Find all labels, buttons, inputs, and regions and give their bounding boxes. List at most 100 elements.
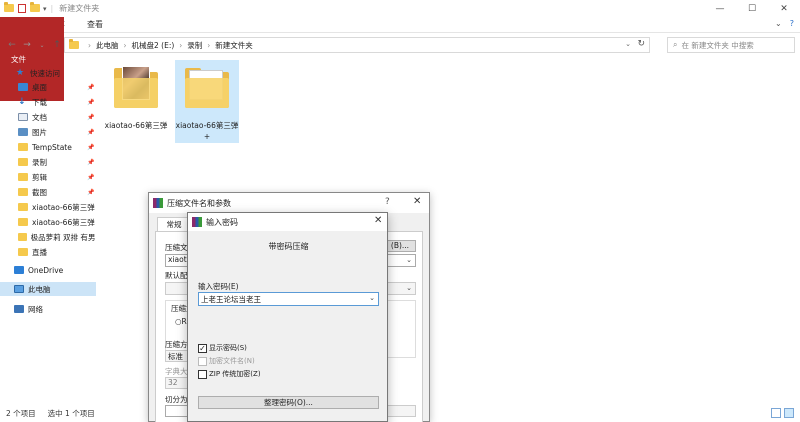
nav-label: OneDrive <box>28 265 64 275</box>
up-icon[interactable]: ↑ <box>51 40 63 50</box>
nav-item-folder-2[interactable]: xiaotao-66第三弹 <box>0 215 96 229</box>
folder-icon <box>18 173 28 181</box>
pin-icon: 📌 <box>87 143 95 151</box>
nav-item-pictures[interactable]: 图片 📌 <box>0 125 96 139</box>
dialog-title: 输入密码 <box>206 217 238 227</box>
tab-general[interactable]: 常规 <box>157 217 191 231</box>
nav-item-recording[interactable]: 录制 📌 <box>0 155 96 169</box>
ribbon-tabs: 文件 主页 共享 查看 ⌄ ? <box>0 17 800 101</box>
folder-icon <box>18 218 28 226</box>
folder-thumbnail-icon <box>185 68 229 108</box>
pin-icon: 📌 <box>87 83 95 91</box>
item-count: 2 个项目 <box>6 409 36 418</box>
nav-label: xiaotao-66第三弹 <box>32 202 95 212</box>
nav-item-folder-3[interactable]: 极品萝莉 双排 有男 <box>0 230 96 244</box>
desktop-icon <box>18 83 28 91</box>
nav-network[interactable]: 网络 <box>0 302 96 316</box>
forward-icon[interactable]: → <box>21 40 33 50</box>
expand-ribbon-icon[interactable]: ⌄ <box>775 19 782 28</box>
pin-icon: 📌 <box>87 158 95 166</box>
properties-icon[interactable] <box>18 4 26 13</box>
selected-count: 选中 1 个项目 <box>47 409 95 418</box>
split-label: 切分为 <box>165 395 188 404</box>
pin-icon: 📌 <box>87 173 95 181</box>
search-input[interactable]: ⌕ 在 新建文件夹 中搜索 <box>667 37 795 53</box>
details-view-icon[interactable] <box>771 408 781 418</box>
nav-item-documents[interactable]: 文档 📌 <box>0 110 96 124</box>
nav-quick-access[interactable]: ★ 快速访问 <box>0 66 96 80</box>
back-icon[interactable]: ← <box>6 40 18 50</box>
nav-item-download[interactable]: ↓ 下载 📌 <box>0 95 96 109</box>
close-icon[interactable]: ✕ <box>413 196 421 207</box>
nav-label: 图片 <box>32 127 47 137</box>
help-button[interactable]: ? <box>385 197 390 207</box>
title-bar: ▾ | 新建文件夹 — ☐ ✕ <box>0 0 800 17</box>
nav-label: xiaotao-66第三弹 <box>32 217 95 227</box>
zip-legacy-checkbox[interactable]: ZIP 传统加密(Z) <box>198 369 261 379</box>
nav-item-clips[interactable]: 剪辑 📌 <box>0 170 96 184</box>
file-name: xiaotao-66第三弹+ <box>175 121 239 141</box>
tab-view[interactable]: 查看 <box>76 17 114 32</box>
nav-item-tempstate[interactable]: TempState 📌 <box>0 140 96 154</box>
winrar-icon <box>153 198 163 208</box>
nav-item-folder-1[interactable]: xiaotao-66第三弹 <box>0 200 96 214</box>
nav-item-screenshots[interactable]: 截图 📌 <box>0 185 96 199</box>
winrar-icon <box>192 217 202 227</box>
nav-item-desktop[interactable]: 桌面 📌 <box>0 80 96 94</box>
nav-label: 下载 <box>32 97 47 107</box>
folder-thumbnail-icon <box>114 66 158 108</box>
breadcrumb-current[interactable]: 新建文件夹 <box>215 40 253 51</box>
breadcrumb-drive[interactable]: 机械盘2 (E:) <box>132 40 175 51</box>
nav-label: 桌面 <box>32 82 47 92</box>
encrypt-names-checkbox[interactable]: 加密文件名(N) <box>198 356 255 366</box>
nav-label: 快速访问 <box>30 68 60 78</box>
chevron-down-icon: ⌄ <box>406 256 412 264</box>
chevron-down-icon[interactable]: ⌄ <box>369 294 375 302</box>
nav-item-live[interactable]: 直播 <box>0 245 96 259</box>
help-icon[interactable]: ? <box>790 19 794 28</box>
refresh-icon[interactable]: ↻ <box>637 39 645 49</box>
maximize-button[interactable]: ☐ <box>736 0 768 17</box>
show-password-checkbox[interactable]: ✓ 显示密码(S) <box>198 343 247 353</box>
address-bar[interactable]: › 此电脑 › 机械盘2 (E:) › 录制 › 新建文件夹 ⌄ ↻ <box>64 37 650 53</box>
nav-label: 此电脑 <box>28 284 51 294</box>
password-input[interactable]: 上老王论坛当老王 ⌄ <box>198 292 379 306</box>
nav-label: 直播 <box>32 247 47 257</box>
file-name: xiaotao-66第三弹 <box>104 121 168 130</box>
folder-icon <box>18 188 28 196</box>
nav-label: 剪辑 <box>32 172 47 182</box>
password-dialog: 输入密码 ✕ 带密码压缩 输入密码(E) 上老王论坛当老王 ⌄ ✓ 显示密码(S… <box>187 212 388 422</box>
recent-dropdown-icon[interactable]: ⌄ <box>36 42 48 49</box>
navigation-pane: ★ 快速访问 桌面 📌 ↓ 下载 📌 文档 📌 图片 📌 TempState 📌… <box>0 60 96 400</box>
nav-label: 截图 <box>32 187 47 197</box>
computer-icon <box>14 285 24 293</box>
address-dropdown-icon[interactable]: ⌄ <box>625 40 631 48</box>
dialog-heading: 带密码压缩 <box>268 242 309 251</box>
format-radio[interactable]: ○R <box>175 317 187 326</box>
picture-icon <box>18 128 28 136</box>
organize-passwords-button[interactable]: 整理密码(O)... <box>198 396 379 409</box>
quick-access-dropdown-icon[interactable]: ▾ <box>43 5 47 13</box>
nav-this-pc[interactable]: 此电脑 <box>0 282 96 296</box>
breadcrumb-this-pc[interactable]: 此电脑 <box>96 40 119 51</box>
file-item-selected[interactable]: xiaotao-66第三弹+ <box>175 60 239 143</box>
breadcrumb-recording[interactable]: 录制 <box>187 40 202 51</box>
nav-label: TempState <box>32 142 72 152</box>
folder-icon <box>18 143 28 151</box>
pin-icon: 📌 <box>87 98 95 106</box>
password-label: 输入密码(E) <box>198 282 239 291</box>
pin-icon: 📌 <box>87 128 95 136</box>
nav-onedrive[interactable]: OneDrive <box>0 263 96 277</box>
chevron-down-icon: ⌄ <box>406 284 412 292</box>
new-folder-icon[interactable] <box>30 2 40 13</box>
folder-icon <box>18 203 28 211</box>
folder-icon <box>18 158 28 166</box>
split-unit-select[interactable] <box>384 405 416 417</box>
large-icons-view-icon[interactable] <box>784 408 794 418</box>
close-button[interactable]: ✕ <box>768 0 800 17</box>
file-item[interactable]: xiaotao-66第三弹 <box>104 60 168 144</box>
checkmark-icon: ✓ <box>198 343 207 353</box>
minimize-button[interactable]: — <box>704 0 736 17</box>
archive-name-label: 压缩文 <box>165 243 188 252</box>
close-icon[interactable]: ✕ <box>374 215 382 226</box>
